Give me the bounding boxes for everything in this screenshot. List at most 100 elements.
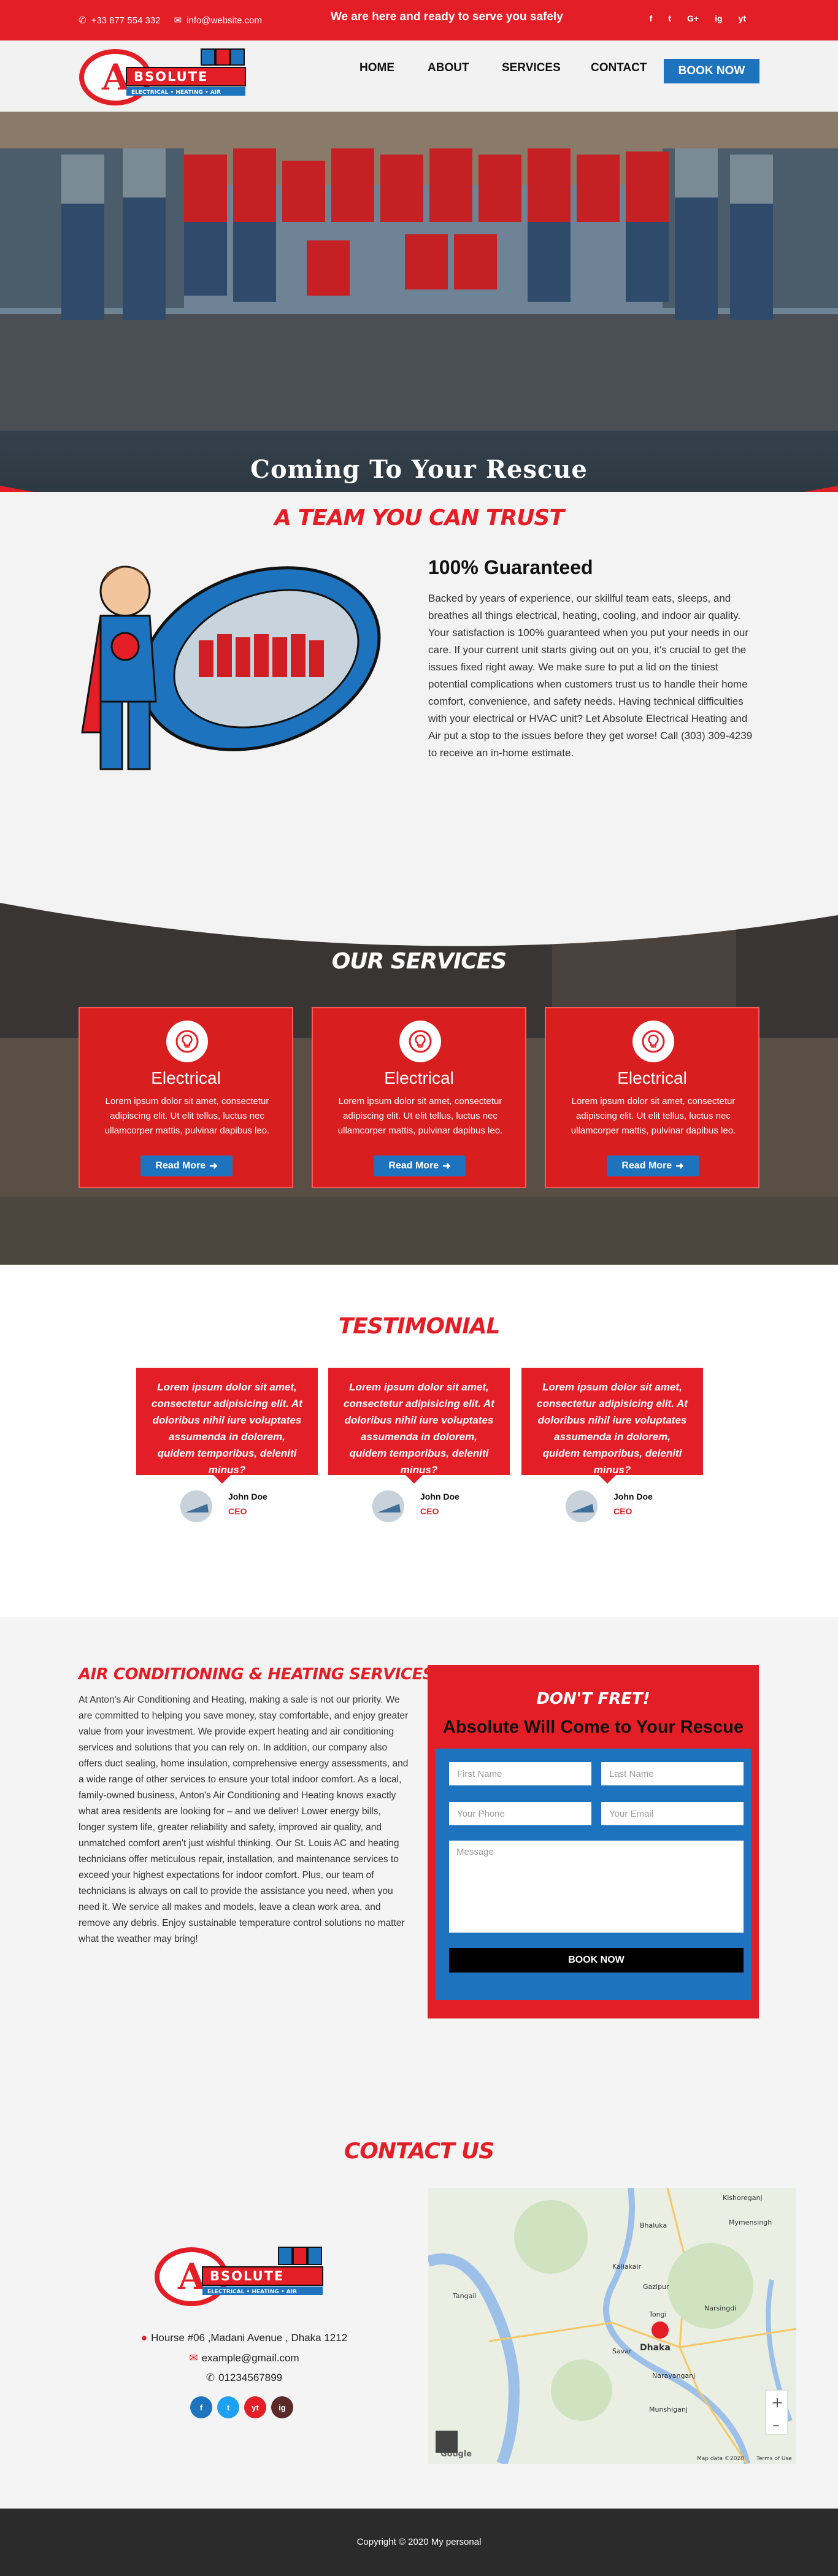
contact-phone[interactable]: ✆ 01234567899 — [79, 2372, 410, 2384]
bulb-icon — [399, 1021, 441, 1062]
service-text: Lorem ipsum dolor sit amet, consectetur … — [571, 1096, 736, 1136]
first-name-field[interactable]: First Name — [449, 1762, 591, 1785]
testimonial-quote: Lorem ipsum dolor sit amet, consectetur … — [521, 1368, 703, 1484]
footer: Copyright © 2020 My personal — [0, 2509, 838, 2576]
form-title-1: DON'T FRET! — [536, 1690, 650, 1708]
map-terms-link[interactable]: Terms of Use — [756, 2456, 792, 2462]
form-panel: First Name Last Name Your Phone Your Ema… — [435, 1749, 752, 2000]
map-label: Mymensingh — [729, 2218, 772, 2226]
read-more-button[interactable]: Read More ➜ — [374, 1156, 466, 1176]
hero-wave — [0, 486, 838, 492]
read-more-label: Read More — [155, 1160, 206, 1171]
service-text: Lorem ipsum dolor sit amet, consectetur … — [104, 1096, 270, 1136]
twitter-icon[interactable]: t — [668, 13, 671, 23]
testimonial-name: John Doe — [420, 1492, 459, 1501]
read-more-label: Read More — [388, 1160, 439, 1171]
youtube-icon[interactable]: yt — [739, 13, 746, 23]
nav-home[interactable]: HOME — [359, 61, 394, 75]
top-phone[interactable]: ✆ +33 877 554 332 — [79, 15, 161, 26]
testimonial-card: Lorem ipsum dolor sit amet, consectetur … — [328, 1368, 510, 1522]
location-map[interactable]: Kishoreganj Bhaluka Mymensingh Tangail G… — [428, 2188, 796, 2464]
trust-section: A TEAM YOU CAN TRUST 100% Guaranteed Bac… — [0, 492, 838, 891]
booking-form: DON'T FRET! Absolute Will Come to Your R… — [428, 1665, 759, 2018]
map-label: Kaliakair — [612, 2263, 642, 2271]
zoom-out-icon[interactable]: – — [772, 2417, 780, 2434]
google-plus-icon[interactable]: G+ — [687, 13, 699, 23]
map-label: Dhaka — [640, 2343, 671, 2353]
footer-logo-word: BSOLUTE — [210, 2269, 284, 2283]
testimonial-card: Lorem ipsum dolor sit amet, consectetur … — [521, 1368, 703, 1522]
instagram-icon[interactable]: ig — [715, 13, 722, 23]
map-marker-icon: ● — [140, 2332, 148, 2344]
testimonial-section: TESTIMONIAL Lorem ipsum dolor sit amet, … — [0, 1265, 838, 1617]
service-title: Electrical — [151, 1068, 221, 1087]
contact-phone-text: 01234567899 — [218, 2372, 283, 2383]
message-field[interactable]: Message — [449, 1841, 744, 1933]
read-more-button[interactable]: Read More ➜ — [140, 1156, 233, 1176]
arrow-right-icon: ➜ — [442, 1161, 451, 1171]
twitter-icon[interactable]: t — [217, 2396, 239, 2418]
testimonial-card: Lorem ipsum dolor sit amet, consectetur … — [136, 1368, 318, 1522]
brand-logo[interactable]: A BSOLUTE ELECTRICAL • HEATING • AIR — [79, 45, 263, 107]
map-label: Gazipur — [643, 2283, 669, 2291]
top-email-text: info@website.com — [186, 15, 262, 26]
testimonial-role: CEO — [420, 1506, 439, 1516]
map-label: Savar — [612, 2347, 632, 2355]
zoom-in-icon[interactable]: + — [771, 2394, 783, 2411]
phone-icon: ✆ — [206, 2372, 215, 2383]
contact-section-title: CONTACT US — [344, 2139, 494, 2164]
phone-icon: ✆ — [79, 15, 86, 26]
arrow-right-icon: ➜ — [675, 1161, 684, 1171]
team-photo — [0, 112, 838, 431]
testimonial-quote: Lorem ipsum dolor sit amet, consectetur … — [136, 1368, 318, 1484]
nav-about[interactable]: ABOUT — [428, 61, 469, 75]
email-field[interactable]: Your Email — [601, 1802, 744, 1825]
nav-services[interactable]: SERVICES — [502, 61, 561, 75]
instagram-icon[interactable]: ig — [271, 2396, 293, 2418]
testimonial-role: CEO — [613, 1506, 632, 1516]
logo-sub: ELECTRICAL • HEATING • AIR — [131, 90, 221, 96]
map-data-credit: Map data ©2020 — [697, 2456, 744, 2462]
service-title: Electrical — [384, 1068, 454, 1087]
avatar — [372, 1490, 404, 1522]
contact-socials: f t yt ig — [190, 2396, 293, 2418]
youtube-icon[interactable]: yt — [244, 2396, 266, 2418]
contact-email[interactable]: ✉ example@gmail.com — [79, 2352, 410, 2364]
map-label: Tongi — [648, 2310, 667, 2318]
last-name-field[interactable]: Last Name — [601, 1762, 744, 1785]
contact-email-text: example@gmail.com — [201, 2352, 299, 2364]
map-thumbnail[interactable] — [436, 2431, 458, 2453]
trust-heading: 100% Guaranteed — [428, 556, 593, 578]
map-label: Tangail — [452, 2292, 476, 2300]
navbar: A BSOLUTE ELECTRICAL • HEATING • AIR HOM… — [0, 40, 838, 112]
logo-word: BSOLUTE — [134, 69, 208, 84]
bulb-icon — [166, 1021, 208, 1062]
service-card: Electrical Lorem ipsum dolor sit amet, c… — [312, 1007, 526, 1188]
top-email[interactable]: ✉ info@website.com — [174, 15, 262, 26]
avatar — [566, 1490, 598, 1522]
map-pin-icon — [652, 2321, 669, 2339]
top-bar: ✆ +33 877 554 332 ✉ info@website.com We … — [0, 0, 838, 40]
read-more-label: Read More — [621, 1160, 672, 1171]
testimonial-name: John Doe — [613, 1492, 653, 1501]
avatar — [180, 1490, 212, 1522]
phone-field[interactable]: Your Phone — [449, 1802, 591, 1825]
map-label: Kishoreganj — [723, 2194, 763, 2202]
nav-contact[interactable]: CONTACT — [591, 61, 647, 75]
ac-heading: AIR CONDITIONING & HEATING SERVICES — [79, 1665, 434, 1684]
top-socials: f t G+ ig yt — [650, 13, 746, 23]
form-title-2: Absolute Will Come to Your Rescue — [442, 1717, 744, 1737]
map-label: Munshiganj — [649, 2405, 688, 2413]
book-now-submit-button[interactable]: BOOK NOW — [449, 1948, 744, 1972]
book-now-button[interactable]: BOOK NOW — [664, 59, 759, 83]
ac-body: At Anton's Air Conditioning and Heating,… — [79, 1695, 409, 1944]
read-more-button[interactable]: Read More ➜ — [607, 1156, 699, 1176]
testimonial-name: John Doe — [228, 1492, 267, 1501]
service-text: Lorem ipsum dolor sit amet, consectetur … — [337, 1096, 503, 1136]
testimonial-role: CEO — [228, 1506, 247, 1516]
facebook-icon[interactable]: f — [650, 13, 653, 23]
facebook-icon[interactable]: f — [190, 2396, 212, 2418]
contact-address: ● Hourse #06 ,Madani Avenue , Dhaka 1212 — [79, 2332, 410, 2344]
logo-letter: A — [101, 56, 130, 98]
trust-section-title: A TEAM YOU CAN TRUST — [274, 505, 564, 531]
